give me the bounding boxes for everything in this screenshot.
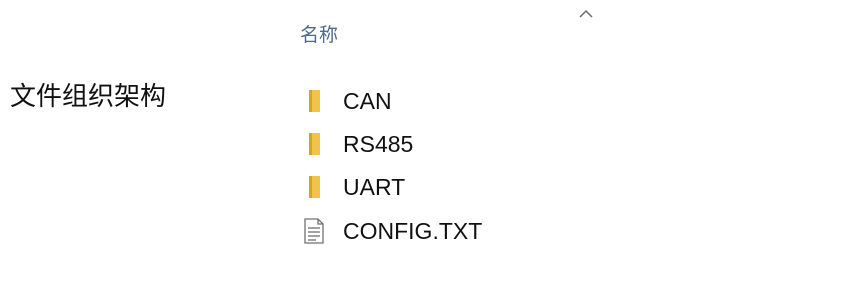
file-list: CAN RS485 UART CONFIG.TXT [302, 79, 482, 252]
file-row-can[interactable]: CAN [302, 79, 482, 122]
file-name: CAN [343, 87, 392, 114]
folder-icon [302, 131, 326, 157]
text-file-icon [302, 217, 326, 244]
column-header-name[interactable]: 名称 [300, 22, 338, 48]
folder-icon [302, 174, 326, 200]
file-row-uart[interactable]: UART [302, 166, 482, 209]
page-title: 文件组织架构 [10, 82, 167, 112]
file-row-rs485[interactable]: RS485 [302, 122, 482, 165]
chevron-up-icon[interactable] [578, 8, 594, 20]
file-name: CONFIG.TXT [343, 217, 483, 244]
file-name: UART [343, 174, 406, 201]
file-row-config-txt[interactable]: CONFIG.TXT [302, 209, 482, 252]
folder-icon [302, 88, 326, 114]
file-name: RS485 [343, 130, 414, 157]
